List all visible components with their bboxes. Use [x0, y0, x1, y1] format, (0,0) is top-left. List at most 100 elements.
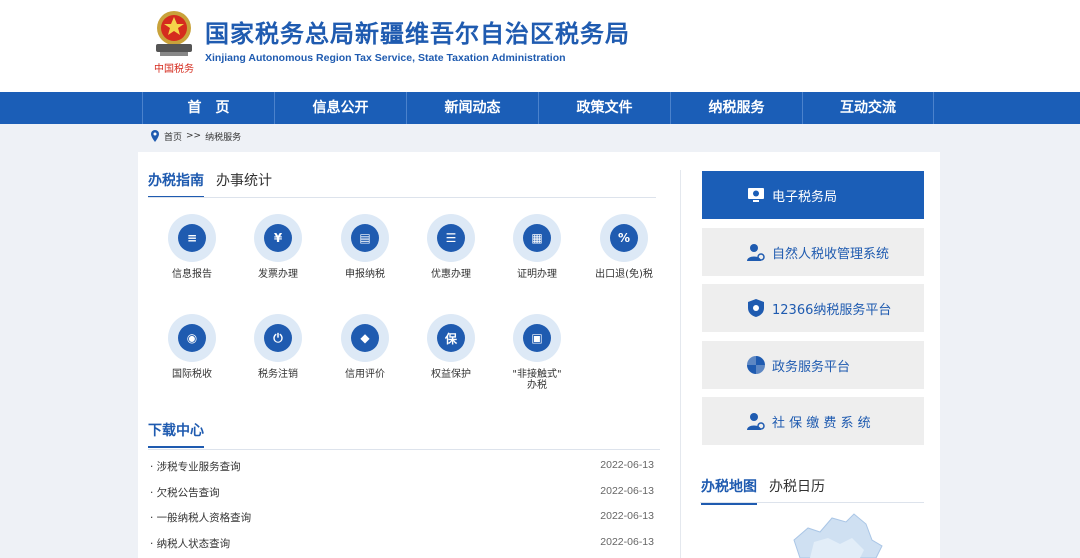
- system-link-label: 12366纳税服务平台: [772, 302, 892, 318]
- icon-glyph: 保: [437, 324, 465, 352]
- breadcrumb-current: 纳税服务: [205, 132, 242, 143]
- location-pin-icon: [151, 130, 159, 142]
- site-header: 中国税务 国家税务总局新疆维吾尔自治区税务局 Xinjiang Autonomo…: [0, 0, 1080, 92]
- system-link-4[interactable]: 政务服务平台: [702, 341, 924, 389]
- breadcrumb-home[interactable]: 首页: [164, 130, 182, 143]
- icon-glyph: %: [610, 224, 638, 252]
- monitor-icon: [748, 188, 764, 202]
- service-document[interactable]: ≡ 信息报告: [157, 214, 227, 280]
- service-label: 申报纳税: [345, 269, 385, 280]
- discount-icon: ☰: [427, 214, 475, 262]
- xinjiang-map[interactable]: [780, 510, 890, 558]
- tab-tax-calendar[interactable]: 办税日历: [769, 476, 825, 505]
- system-link-1[interactable]: 电子税务局: [702, 171, 924, 219]
- service-label: 优惠办理: [431, 269, 471, 280]
- declare-icon: ▤: [341, 214, 389, 262]
- service-computer[interactable]: ▣ "非接触式" 办税: [502, 314, 572, 391]
- icon-glyph: ▣: [523, 324, 551, 352]
- service-globe[interactable]: ◉ 国际税收: [157, 314, 227, 380]
- invoice-icon: ¥: [254, 214, 302, 262]
- tab-tax-guide[interactable]: 办税指南: [148, 170, 204, 198]
- tab-statistics[interactable]: 办事统计: [216, 170, 272, 198]
- shield-icon: [748, 299, 764, 317]
- icon-glyph: ▦: [523, 224, 551, 252]
- service-label: 国际税收: [172, 369, 212, 380]
- computer-icon: ▣: [513, 314, 561, 362]
- service-diamond[interactable]: ◆ 信用评价: [330, 314, 400, 380]
- download-item-title: · 欠税公告查询: [150, 486, 220, 499]
- system-link-5[interactable]: 社 保 缴 费 系 统: [702, 397, 924, 445]
- download-center-title: 下载中心: [148, 420, 204, 448]
- shield-icon: 保: [427, 314, 475, 362]
- download-item-title: · 一般纳税人资格查询: [150, 512, 252, 524]
- nav-news[interactable]: 新闻动态: [406, 92, 538, 124]
- column-divider: [680, 170, 681, 558]
- service-label: "非接触式" 办税: [512, 369, 562, 391]
- service-declare[interactable]: ▤ 申报纳税: [330, 214, 400, 280]
- tax-emblem-icon[interactable]: 中国税务: [150, 8, 198, 78]
- icon-glyph: ≡: [178, 224, 206, 252]
- nav-info-disclosure[interactable]: 信息公开: [274, 92, 406, 124]
- service-power[interactable]: ⏻ 税务注销: [243, 314, 313, 380]
- icon-glyph: ☰: [437, 224, 465, 252]
- system-link-3[interactable]: 12366纳税服务平台: [702, 284, 924, 332]
- globe-icon: ◉: [168, 314, 216, 362]
- breadcrumb-separator: >>: [186, 131, 202, 141]
- person-icon: [747, 244, 765, 261]
- system-link-label: 社 保 缴 费 系 统: [772, 415, 871, 431]
- service-label: 证明办理: [517, 269, 557, 280]
- download-divider: [148, 449, 660, 450]
- nav-tax-service[interactable]: 纳税服务: [670, 92, 802, 124]
- download-item[interactable]: · 涉税专业服务查询 2022-06-13: [150, 459, 654, 479]
- map-tab-divider: [700, 502, 924, 503]
- download-item[interactable]: · 纳税人状态查询 2022-06-13: [150, 536, 654, 556]
- icon-glyph: ▤: [351, 224, 379, 252]
- site-subtitle: Xinjiang Autonomous Region Tax Service, …: [205, 52, 566, 64]
- system-link-label: 政务服务平台: [772, 359, 851, 375]
- nav-interaction[interactable]: 互动交流: [802, 92, 934, 124]
- person-icon: [747, 413, 765, 430]
- svg-text:中国税务: 中国税务: [154, 62, 194, 75]
- system-link-label: 电子税务局: [772, 189, 838, 205]
- icon-glyph: ◉: [178, 324, 206, 352]
- tab-divider: [148, 197, 656, 198]
- download-item-title: · 涉税专业服务查询: [150, 461, 241, 473]
- service-label: 税务注销: [258, 369, 298, 380]
- service-percent[interactable]: % 出口退(免)税: [589, 214, 659, 280]
- download-item[interactable]: · 欠税公告查询 2022-06-13: [150, 485, 654, 505]
- download-item-date: 2022-06-13: [600, 459, 654, 471]
- service-label: 信用评价: [345, 369, 385, 380]
- service-label: 发票办理: [258, 269, 298, 280]
- power-icon: ⏻: [254, 314, 302, 362]
- icon-glyph: ¥: [264, 224, 292, 252]
- document-icon: ≡: [168, 214, 216, 262]
- service-label: 出口退(免)税: [595, 269, 653, 280]
- main-nav: 首 页 信息公开 新闻动态 政策文件 纳税服务 互动交流: [0, 92, 1080, 124]
- nav-home[interactable]: 首 页: [142, 92, 274, 124]
- certificate-icon: ▦: [513, 214, 561, 262]
- icon-glyph: ◆: [351, 324, 379, 352]
- service-label: 信息报告: [172, 269, 212, 280]
- system-link-label: 自然人税收管理系统: [772, 246, 890, 262]
- download-item-date: 2022-06-13: [600, 484, 654, 497]
- tab-tax-map[interactable]: 办税地图: [701, 476, 757, 505]
- service-discount[interactable]: ☰ 优惠办理: [416, 214, 486, 280]
- service-invoice[interactable]: ¥ 发票办理: [243, 214, 313, 280]
- diamond-icon: ◆: [341, 314, 389, 362]
- guide-tabs: 办税指南 办事统计: [148, 170, 272, 198]
- pinwheel-icon: [747, 356, 765, 374]
- site-title[interactable]: 国家税务总局新疆维吾尔自治区税务局: [205, 14, 630, 49]
- icon-glyph: ⏻: [264, 324, 292, 352]
- percent-icon: %: [600, 214, 648, 262]
- map-tabs: 办税地图 办税日历: [701, 476, 825, 505]
- breadcrumb: 首页 >> 纳税服务: [150, 128, 241, 144]
- system-link-2[interactable]: 自然人税收管理系统: [702, 228, 924, 276]
- service-shield[interactable]: 保权益保护: [416, 314, 486, 380]
- download-item-date: 2022-06-13: [600, 535, 654, 548]
- nav-policy[interactable]: 政策文件: [538, 92, 670, 124]
- download-item-title: · 纳税人状态查询: [150, 537, 231, 550]
- service-certificate[interactable]: ▦ 证明办理: [502, 214, 572, 280]
- service-label: 权益保护: [431, 369, 471, 380]
- download-item[interactable]: · 一般纳税人资格查询 2022-06-13: [150, 510, 654, 530]
- download-item-date: 2022-06-13: [600, 510, 654, 522]
